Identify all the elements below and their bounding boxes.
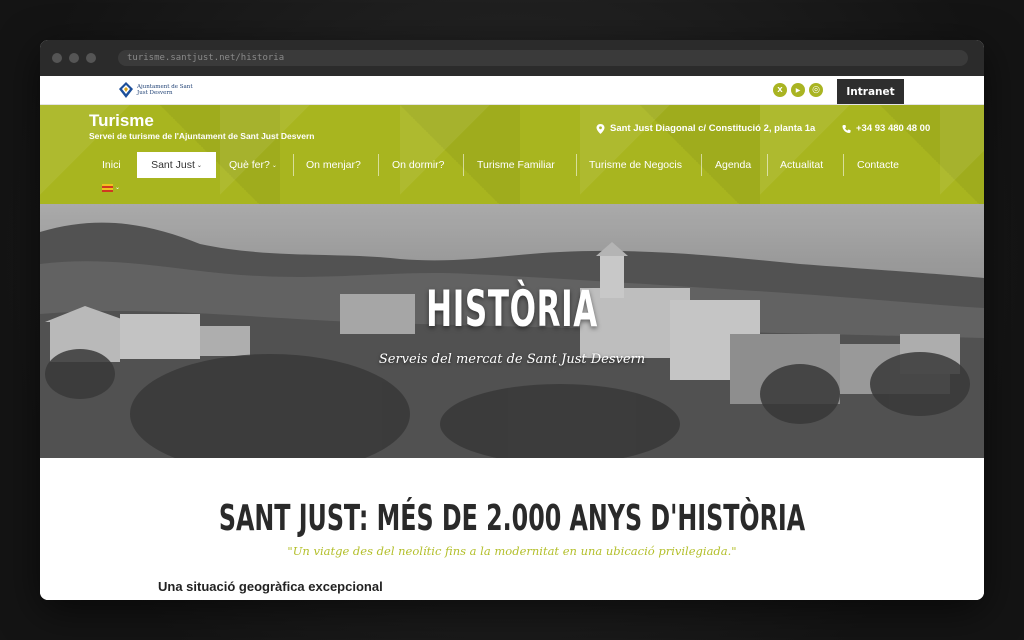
- nav-item-label: Turisme Familiar: [477, 159, 555, 171]
- intranet-button[interactable]: Intranet: [837, 79, 904, 104]
- nav-divider: [293, 154, 294, 176]
- nav-item-label: Inici: [102, 159, 121, 171]
- page-quote: "Un viatge des del neolític fins a la mo…: [287, 544, 737, 558]
- site-subtitle: Servei de turisme de l'Ajuntament de San…: [89, 131, 315, 141]
- youtube-icon[interactable]: ▶: [791, 83, 805, 97]
- nav-item-inici[interactable]: Inici: [102, 152, 121, 178]
- logo-text: Ajuntament de Sant Just Desvern: [137, 84, 193, 96]
- nav-item-on-menjar[interactable]: On menjar?: [306, 152, 361, 178]
- nav-item-label: On menjar?: [306, 159, 361, 171]
- browser-chrome: turisme.santjust.net/historia: [40, 40, 984, 76]
- hero-title: HISTÒRIA: [426, 280, 598, 338]
- location-pin-icon: [596, 123, 605, 134]
- nav-divider: [378, 154, 379, 176]
- maximize-window-button[interactable]: [86, 53, 96, 63]
- address-text: Sant Just Diagonal c/ Constitució 2, pla…: [610, 123, 816, 134]
- phone-info[interactable]: +34 93 480 48 00: [842, 123, 930, 134]
- nav-item-sant-just[interactable]: Sant Just ⌄: [137, 152, 216, 178]
- address-bar[interactable]: turisme.santjust.net/historia: [118, 50, 968, 66]
- site-header: Turisme Servei de turisme de l'Ajuntamen…: [40, 105, 984, 204]
- catalan-flag-icon[interactable]: [102, 184, 113, 192]
- nav-divider: [843, 154, 844, 176]
- ajuntament-logo[interactable]: Ajuntament de Sant Just Desvern: [118, 81, 197, 99]
- page-title: SANT JUST: MÉS DE 2.000 ANYS D'HISTÒRIA: [218, 498, 806, 539]
- address-info: Sant Just Diagonal c/ Constitució 2, pla…: [596, 123, 815, 134]
- chevron-down-icon: ⌄: [271, 162, 277, 169]
- section-title: Una situació geogràfica excepcional: [158, 579, 383, 594]
- nav-item-contacte[interactable]: Contacte: [857, 152, 899, 178]
- nav-item-que-fer[interactable]: Què fer? ⌄: [229, 152, 277, 178]
- nav-item-turisme-negocis[interactable]: Turisme de Negocis: [589, 152, 682, 178]
- nav-divider: [576, 154, 577, 176]
- top-bar: Ajuntament de Sant Just Desvern X ▶ ◎ In…: [40, 76, 984, 105]
- site-title[interactable]: Turisme: [89, 111, 154, 131]
- social-links: X ▶ ◎: [773, 83, 823, 97]
- minimize-window-button[interactable]: [69, 53, 79, 63]
- language-chevron-icon[interactable]: ⌄: [115, 184, 120, 191]
- nav-item-label: Sant Just: [151, 159, 195, 171]
- nav-item-on-dormir[interactable]: On dormir?: [392, 152, 445, 178]
- nav-item-label: Turisme de Negocis: [589, 159, 682, 171]
- web-page: Ajuntament de Sant Just Desvern X ▶ ◎ In…: [40, 76, 984, 600]
- nav-item-label: Què fer?: [229, 159, 270, 171]
- x-icon[interactable]: X: [773, 83, 787, 97]
- main-content: SANT JUST: MÉS DE 2.000 ANYS D'HISTÒRIA …: [40, 458, 984, 600]
- close-window-button[interactable]: [52, 53, 62, 63]
- nav-item-agenda[interactable]: Agenda: [715, 152, 751, 178]
- nav-divider: [767, 154, 768, 176]
- nav-item-label: Actualitat: [780, 159, 824, 171]
- nav-item-turisme-familiar[interactable]: Turisme Familiar: [477, 152, 555, 178]
- nav-item-actualitat[interactable]: Actualitat: [780, 152, 823, 178]
- nav-divider: [701, 154, 702, 176]
- window-controls: [52, 53, 96, 63]
- hero-subtitle: Serveis del mercat de Sant Just Desvern: [378, 352, 646, 367]
- phone-text: +34 93 480 48 00: [856, 123, 931, 134]
- hero-banner: HISTÒRIA Serveis del mercat de Sant Just…: [40, 204, 984, 458]
- chevron-down-icon: ⌄: [196, 162, 202, 169]
- instagram-icon[interactable]: ◎: [809, 83, 823, 97]
- nav-item-label: On dormir?: [392, 159, 445, 171]
- browser-window: turisme.santjust.net/historia Ajuntament…: [40, 40, 984, 600]
- shield-logo-icon: [119, 82, 133, 98]
- nav-item-label: Contacte: [857, 159, 900, 171]
- nav-divider: [463, 154, 464, 176]
- nav-item-label: Agenda: [715, 159, 752, 171]
- phone-icon: [842, 124, 851, 133]
